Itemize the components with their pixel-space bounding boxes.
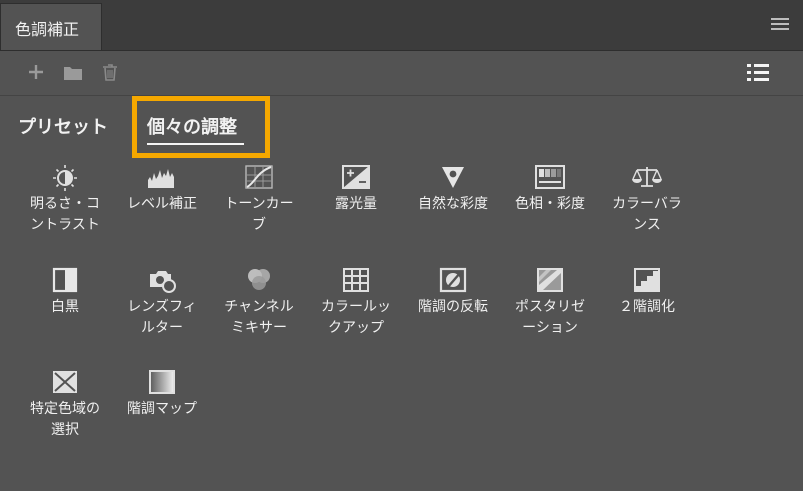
adjustment-label: ２階調化: [619, 299, 675, 315]
adjustment-photo-filter[interactable]: レンズフィ ルター: [114, 265, 210, 339]
photo-filter-icon: [150, 271, 176, 293]
adjustment-label: 露光量: [335, 196, 377, 212]
adjustment-label: 特定色域の 選択: [30, 401, 100, 438]
adjustment-color-lookup[interactable]: カラールッ クアップ: [308, 265, 404, 339]
active-tab-underline: [147, 143, 244, 145]
color-balance-icon: [632, 167, 662, 187]
adjustment-exposure[interactable]: 露光量: [308, 162, 404, 215]
adjustment-label: レベル補正: [127, 196, 197, 212]
adjustment-label: カラーバラ ンス: [612, 196, 682, 233]
adjustment-hue-saturation[interactable]: 色相・彩度: [502, 162, 598, 215]
threshold-icon: [634, 268, 660, 292]
vibrance-icon: [442, 167, 464, 188]
panel-toolbar: [0, 51, 803, 96]
list-view-icon[interactable]: [747, 64, 769, 82]
exposure-icon: [342, 165, 370, 189]
tab-preset[interactable]: プリセット: [18, 113, 108, 139]
add-icon[interactable]: [27, 63, 45, 81]
panel-tab[interactable]: 色調補正: [0, 3, 102, 50]
adjustment-label: 階調の反転: [418, 299, 488, 315]
adjustment-threshold[interactable]: ２階調化: [599, 265, 695, 318]
adjustment-curves[interactable]: トーンカー ブ: [211, 162, 307, 236]
adjustment-label: 階調マップ: [127, 401, 197, 417]
invert-icon: [439, 267, 467, 293]
adjustment-label: トーンカー ブ: [224, 196, 294, 233]
adjustment-posterize[interactable]: ポスタリゼ ーション: [502, 265, 598, 339]
adjustment-label: レンズフィ ルター: [127, 299, 197, 336]
adjustment-label: 明るさ・コ ントラスト: [30, 196, 100, 233]
brightness-contrast-icon: [53, 165, 77, 191]
adjustment-vibrance[interactable]: 自然な彩度: [405, 162, 501, 215]
adjustment-label: カラールッ クアップ: [321, 299, 391, 336]
channel-mixer-icon: [248, 269, 270, 290]
gradient-map-icon: [149, 370, 175, 394]
folder-icon[interactable]: [63, 65, 83, 81]
color-lookup-icon: [343, 268, 369, 292]
adjustment-color-balance[interactable]: カラーバラ ンス: [599, 162, 695, 236]
adjustment-label: 自然な彩度: [418, 196, 488, 212]
posterize-icon: [537, 268, 563, 292]
trash-icon[interactable]: [102, 63, 118, 81]
panel-title: 色調補正: [15, 20, 80, 39]
adjustment-gradient-map[interactable]: 階調マップ: [114, 367, 210, 420]
adjustment-selective-color[interactable]: 特定色域の 選択: [17, 367, 113, 441]
black-white-icon: [52, 267, 78, 293]
selective-color-icon: [53, 371, 77, 393]
adjustment-brightness-contrast[interactable]: 明るさ・コ ントラスト: [17, 162, 113, 236]
adjustment-label: 色相・彩度: [515, 196, 585, 212]
curves-icon: [245, 165, 273, 189]
adjustment-invert[interactable]: 階調の反転: [405, 265, 501, 318]
adjustment-black-white[interactable]: 白黒: [17, 265, 113, 318]
adjustment-label: 白黒: [51, 299, 79, 315]
panel-menu-icon[interactable]: [771, 18, 789, 33]
tab-individual[interactable]: 個々の調整: [147, 113, 237, 139]
adjustment-levels[interactable]: レベル補正: [114, 162, 210, 215]
adjustment-label: ポスタリゼ ーション: [515, 299, 585, 336]
panel-header: 色調補正: [0, 0, 803, 51]
levels-icon: [148, 169, 174, 188]
hue-saturation-icon: [535, 165, 565, 189]
adjustment-label: チャンネル ミキサー: [224, 299, 294, 336]
adjustment-channel-mixer[interactable]: チャンネル ミキサー: [211, 265, 307, 339]
